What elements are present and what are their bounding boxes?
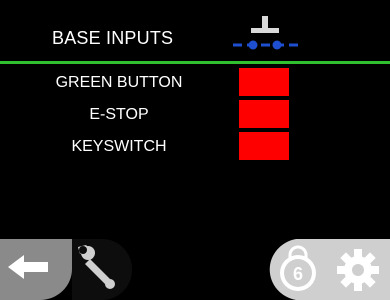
bottom-nav-bar: 6 — [0, 239, 390, 300]
wrench-button[interactable] — [72, 239, 132, 300]
input-status-indicator — [239, 68, 289, 96]
wrench-icon — [72, 239, 132, 300]
input-status-indicator — [239, 132, 289, 160]
input-row-green-button: GREEN BUTTON — [0, 68, 390, 98]
input-label: GREEN BUTTON — [55, 74, 183, 91]
pushbutton-icon — [233, 16, 299, 50]
input-label: E-STOP — [89, 106, 149, 123]
back-arrow-icon — [0, 239, 72, 300]
lock-number: 6 — [293, 264, 303, 284]
input-label: KEYSWITCH — [71, 138, 167, 155]
input-row-keyswitch: KEYSWITCH — [0, 132, 390, 162]
page-title: BASE INPUTS — [52, 28, 174, 48]
input-row-e-stop: E-STOP — [0, 100, 390, 130]
lock-6-icon: 6 — [269, 239, 328, 300]
back-button[interactable] — [0, 239, 72, 300]
base-inputs-screen: BASE INPUTS GREEN BUTTON E-STOP KEYSWITC… — [0, 0, 390, 300]
header: BASE INPUTS — [0, 0, 390, 62]
lock-button[interactable]: 6 — [264, 239, 328, 300]
input-status-indicator — [239, 100, 289, 128]
gear-icon — [328, 239, 390, 300]
header-divider — [0, 61, 390, 64]
settings-button[interactable] — [328, 239, 390, 300]
